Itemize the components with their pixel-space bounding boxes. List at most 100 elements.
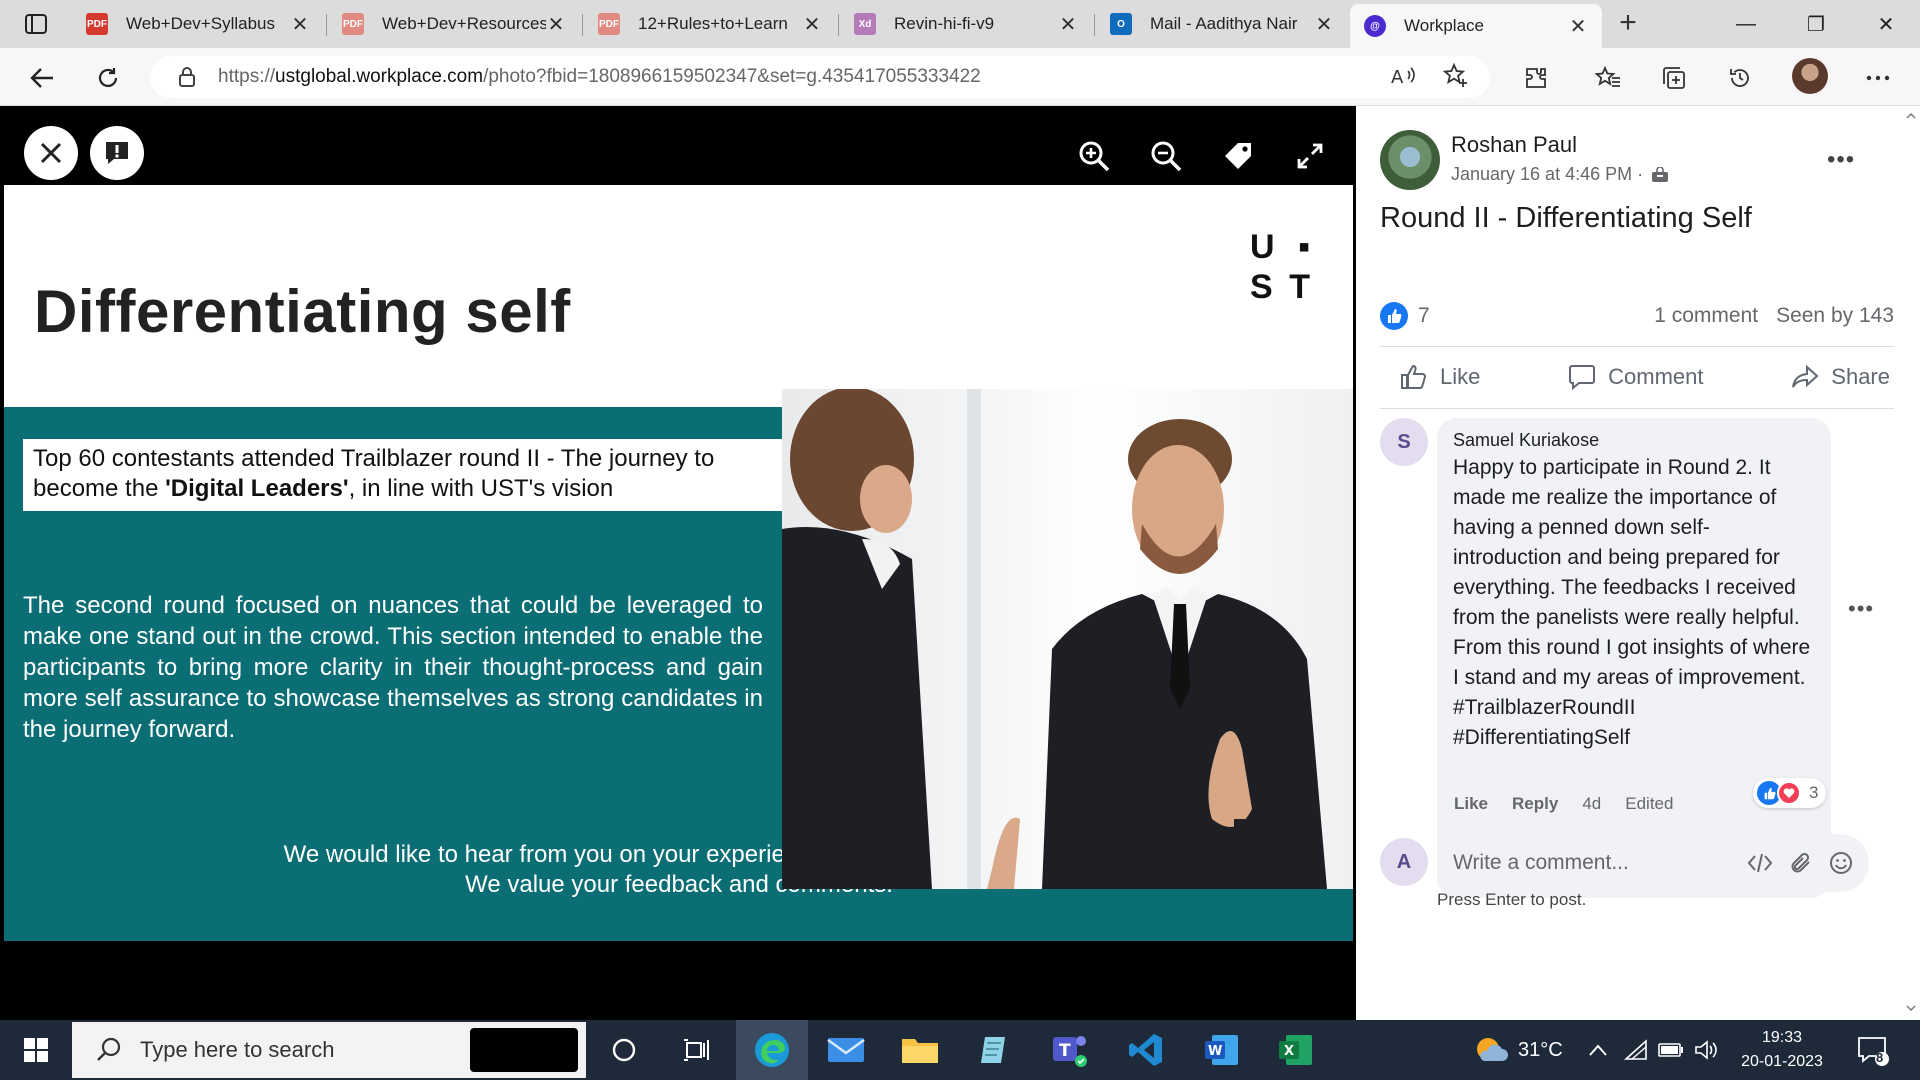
attach-icon[interactable]	[1789, 851, 1813, 875]
author-avatar[interactable]	[1380, 130, 1440, 190]
close-tab-icon[interactable]: ✕	[1568, 14, 1588, 39]
battery-icon[interactable]	[1658, 1020, 1684, 1080]
add-favorite-icon[interactable]	[1438, 58, 1474, 94]
close-viewer-button[interactable]	[24, 126, 78, 180]
task-view-icon	[684, 1039, 709, 1061]
zoom-in-button[interactable]	[1076, 138, 1112, 174]
read-aloud-icon[interactable]: A	[1386, 58, 1422, 94]
comment-input[interactable]: Write a comment...	[1437, 834, 1869, 892]
post-options-icon[interactable]: •••	[1827, 146, 1855, 174]
tab-12-rules[interactable]: PDF 12+Rules+to+Learn ✕	[584, 4, 836, 44]
code-icon[interactable]	[1747, 853, 1773, 873]
search-highlight-box[interactable]	[470, 1028, 578, 1072]
close-tab-icon[interactable]: ✕	[1058, 12, 1078, 37]
tab-actions-icon	[25, 14, 47, 34]
minimize-button[interactable]: —	[1716, 6, 1776, 42]
start-button[interactable]	[0, 1020, 72, 1080]
settings-more-icon[interactable]	[1860, 60, 1896, 96]
pdf-icon: PDF	[86, 13, 108, 35]
pdf-icon: PDF	[598, 13, 620, 35]
favorites-icon[interactable]	[1590, 60, 1626, 96]
share-button[interactable]: Share	[1791, 364, 1890, 390]
tab-title: Workplace	[1404, 16, 1484, 35]
comment-reactions[interactable]: 3	[1753, 778, 1827, 808]
weather-widget[interactable]: 31°C	[1474, 1020, 1563, 1080]
close-tab-icon[interactable]: ✕	[802, 12, 822, 37]
word-taskbar-button[interactable]: W	[1186, 1020, 1258, 1080]
post-text: Round II - Differentiating Self	[1380, 202, 1752, 234]
post-date[interactable]: January 16 at 4:46 PM ·	[1451, 164, 1643, 185]
comment-edited-label[interactable]: Edited	[1625, 794, 1673, 814]
taskbar-search-box[interactable]: Type here to search	[72, 1022, 586, 1078]
tab-workplace[interactable]: @ Workplace ✕	[1350, 4, 1602, 48]
comment-like-link[interactable]: Like	[1454, 794, 1488, 814]
tag-photo-button[interactable]	[1220, 138, 1256, 174]
panel-scrollbar[interactable]	[1902, 106, 1920, 1020]
close-window-button[interactable]: ✕	[1856, 6, 1916, 42]
network-icon[interactable]	[1624, 1020, 1648, 1080]
teams-taskbar-button[interactable]: T	[1034, 1020, 1106, 1080]
show-hidden-icons-button[interactable]	[1588, 1020, 1608, 1080]
volume-icon[interactable]	[1694, 1020, 1720, 1080]
windows-taskbar: Type here to search T W X 31°C 19:33 20-…	[0, 1020, 1920, 1080]
like-button[interactable]: Like	[1400, 364, 1480, 390]
tab-web-dev-resources[interactable]: PDF Web+Dev+Resources ✕	[328, 4, 580, 44]
commenter-avatar[interactable]: S	[1380, 418, 1428, 466]
teams-icon: T	[1053, 1036, 1087, 1067]
zoom-out-button[interactable]	[1148, 138, 1184, 174]
svg-text:W: W	[1208, 1044, 1222, 1059]
current-user-avatar[interactable]: A	[1380, 838, 1428, 886]
tab-mail[interactable]: O Mail - Aadithya Nair ✕	[1096, 4, 1348, 44]
tab-web-dev-syllabus[interactable]: PDF Web+Dev+Syllabus ✕	[72, 4, 324, 44]
comment-bubble: Samuel Kuriakose Happy to participate in…	[1437, 418, 1831, 898]
back-button[interactable]	[24, 60, 60, 96]
post-reactions[interactable]: 7	[1380, 302, 1430, 330]
address-bar: https://ustglobal.workplace.com/photo?fb…	[0, 48, 1920, 106]
comment-count[interactable]: 1 comment	[1654, 304, 1758, 328]
restore-button[interactable]: ❐	[1786, 6, 1846, 42]
notepad-taskbar-button[interactable]	[958, 1020, 1030, 1080]
close-tab-icon[interactable]: ✕	[290, 12, 310, 37]
zoom-out-icon	[1151, 141, 1182, 172]
mail-icon	[827, 1038, 865, 1062]
task-view-button[interactable]	[660, 1020, 732, 1080]
notifications-button[interactable]: 8	[1856, 1020, 1890, 1080]
tab-revin-hi-fi[interactable]: Xd Revin-hi-fi-v9 ✕	[840, 4, 1092, 44]
comment-reply-link[interactable]: Reply	[1512, 794, 1558, 814]
love-reaction-icon	[1777, 781, 1801, 805]
history-icon[interactable]	[1722, 60, 1758, 96]
cortana-button[interactable]	[588, 1020, 660, 1080]
author-name[interactable]: Roshan Paul	[1451, 132, 1577, 158]
seen-by-count[interactable]: Seen by 143	[1776, 304, 1894, 328]
new-tab-button[interactable]: +	[1610, 8, 1646, 40]
url-field[interactable]: https://ustglobal.workplace.com/photo?fb…	[150, 56, 1490, 98]
fullscreen-button[interactable]	[1292, 138, 1328, 174]
file-explorer-taskbar-button[interactable]	[884, 1020, 956, 1080]
url-prefix: https://	[218, 66, 276, 87]
vscode-taskbar-button[interactable]	[1110, 1020, 1182, 1080]
url-path: /photo?fbid=1808966159502347&set=g.43541…	[483, 66, 981, 87]
close-tab-icon[interactable]: ✕	[546, 12, 566, 37]
thumbs-up-icon	[1401, 364, 1426, 389]
collections-icon[interactable]	[1656, 60, 1692, 96]
share-icon	[1792, 365, 1819, 388]
extensions-icon[interactable]	[1518, 60, 1554, 96]
close-tab-icon[interactable]: ✕	[1314, 12, 1334, 37]
photo-viewer: U ▪ ST Differentiating self Top 60 contes…	[0, 106, 1356, 1020]
refresh-button[interactable]	[90, 60, 126, 96]
profile-avatar[interactable]	[1792, 58, 1828, 94]
lock-icon	[179, 67, 195, 87]
emoji-icon[interactable]	[1829, 851, 1853, 875]
comment-button[interactable]: Comment	[1568, 364, 1704, 390]
excel-taskbar-button[interactable]: X	[1260, 1020, 1332, 1080]
url-host: ustglobal.workplace.com	[275, 66, 484, 87]
edge-taskbar-button[interactable]	[736, 1020, 808, 1080]
comment-age[interactable]: 4d	[1582, 794, 1601, 814]
report-button[interactable]	[90, 126, 144, 180]
system-clock[interactable]: 19:33 20-01-2023	[1722, 1026, 1842, 1074]
comment-options-icon[interactable]: •••	[1848, 596, 1874, 622]
commenter-name[interactable]: Samuel Kuriakose	[1453, 430, 1815, 451]
tab-actions-button[interactable]	[16, 8, 56, 40]
mail-taskbar-button[interactable]	[810, 1020, 882, 1080]
man-in-mirror-illustration	[782, 389, 1327, 889]
